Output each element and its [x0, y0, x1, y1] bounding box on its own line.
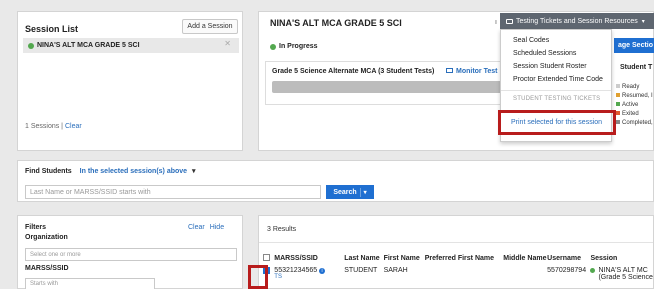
legend-ready: Ready	[616, 83, 653, 92]
legend-exited: Exited	[616, 110, 653, 119]
results-header-row: MARSS/SSID Last Name First Name Preferre…	[263, 252, 653, 265]
session-list-title: Session List	[25, 24, 79, 34]
menu-section-header: STUDENT TESTING TICKETS	[513, 96, 601, 102]
remove-session-icon[interactable]: ✕	[224, 39, 231, 48]
in-progress-status-icon	[28, 42, 34, 49]
row-marss-extra[interactable]: TS	[274, 274, 344, 280]
table-row[interactable]: ✓ 55321234565 i TS STUDENT SARAH 5570298…	[263, 265, 653, 287]
panel-dot: ı	[495, 19, 497, 26]
organization-select[interactable]: Select one or more	[25, 248, 237, 261]
results-count: 3 Results	[267, 226, 297, 233]
test-progress-bar	[272, 81, 528, 93]
results-panel: 3 Results MARSS/SSID Last Name First Nam…	[258, 215, 654, 289]
row-preferred-name	[425, 265, 504, 287]
session-status-label: In Progress	[279, 43, 318, 50]
row-username: 5570298794	[547, 267, 587, 274]
menu-item-scheduled-sessions[interactable]: Scheduled Sessions	[513, 50, 576, 57]
filters-panel: Filters Clear Hide Organization Select o…	[17, 215, 243, 289]
search-divider	[359, 187, 361, 197]
monitor-test-label: Monitor Test	[456, 68, 498, 75]
legend-resumed: Resumed, I	[616, 92, 653, 101]
status-dot-icon	[270, 43, 276, 50]
checkbox-highlight-box	[248, 265, 268, 289]
results-header-divider	[259, 242, 653, 243]
col-first-name[interactable]: First Name	[384, 252, 425, 265]
search-button-label: Search	[333, 188, 357, 196]
session-list-footer: 1 Sessions | Clear	[25, 123, 82, 130]
organization-label: Organization	[25, 234, 68, 241]
filters-actions: Clear Hide	[188, 224, 224, 231]
search-chevron-icon: ▾	[363, 189, 367, 196]
filters-title: Filters	[25, 224, 47, 231]
student-tests-label: Student T	[620, 64, 653, 71]
select-all-cell	[263, 252, 274, 265]
row-middle-name	[503, 265, 547, 287]
row-session-status-icon	[590, 268, 596, 273]
find-students-header: Find Students In the selected session(s)…	[25, 167, 196, 176]
filters-hide-link[interactable]: Hide	[210, 224, 224, 231]
add-session-button[interactable]: Add a Session	[182, 19, 238, 34]
find-students-panel: Find Students In the selected session(s)…	[17, 160, 654, 202]
search-button[interactable]: Search ▾	[326, 185, 374, 199]
row-session-sub: (Grade 5 Science	[598, 274, 653, 281]
menu-divider	[501, 90, 611, 91]
student-search-input[interactable]: Last Name or MARSS/SSID starts with	[25, 185, 321, 199]
legend-active: Active	[616, 101, 653, 110]
session-detail-title: NINA'S ALT MCA GRADE 5 SCI	[270, 18, 402, 28]
row-session-name: NINA'S ALT MC	[598, 267, 648, 274]
test-name: Grade 5 Science Alternate MCA (3 Student…	[272, 68, 435, 75]
col-session[interactable]: Session	[590, 252, 653, 265]
row-marss-value: 55321234565	[274, 267, 318, 274]
menu-item-proctor-extended-time[interactable]: Proctor Extended Time Code	[513, 76, 603, 83]
results-table: MARSS/SSID Last Name First Name Preferre…	[263, 252, 653, 287]
menu-item-student-roster[interactable]: Session Student Roster	[513, 63, 587, 70]
marss-filter-label: MARSS/SSID	[25, 265, 69, 272]
search-scope-dropdown[interactable]: In the selected session(s) above ▾	[80, 167, 196, 175]
testing-tickets-dropdown-toggle[interactable]: Testing Tickets and Session Resources ▾	[500, 13, 654, 29]
col-preferred-first-name[interactable]: Preferred First Name	[425, 252, 504, 265]
col-marss[interactable]: MARSS/SSID	[274, 252, 344, 265]
test-box: Grade 5 Science Alternate MCA (3 Student…	[265, 61, 533, 105]
session-list-item[interactable]: NINA'S ALT MCA GRADE 5 SCI ✕	[23, 38, 239, 53]
col-middle-name[interactable]: Middle Name	[503, 252, 547, 265]
session-list-panel: Session List Add a Session NINA'S ALT MC…	[17, 11, 243, 151]
monitor-test-link[interactable]: Monitor Test	[446, 68, 497, 75]
session-clear-link[interactable]: Clear	[65, 123, 82, 130]
session-list-item-label: NINA'S ALT MCA GRADE 5 SCI	[37, 42, 140, 49]
marss-filter-input[interactable]: Starts with	[25, 278, 155, 289]
session-status: In Progress	[270, 43, 318, 50]
search-scope-label: In the selected session(s) above	[79, 168, 188, 175]
filters-clear-link[interactable]: Clear	[188, 224, 205, 231]
status-legend: Ready Resumed, I Active Exited Completed…	[616, 83, 653, 128]
session-count: 1 Sessions |	[25, 123, 64, 130]
col-last-name[interactable]: Last Name	[344, 252, 383, 265]
col-username[interactable]: Username	[547, 252, 590, 265]
row-marss: 55321234565 i TS	[274, 265, 344, 287]
info-icon[interactable]: i	[319, 268, 326, 274]
manage-sections-label: age Sectio	[618, 42, 654, 49]
chevron-down-icon: ▾	[641, 18, 645, 25]
row-last-name: STUDENT	[344, 267, 378, 274]
legend-completed: Completed,	[616, 119, 653, 128]
select-all-checkbox[interactable]	[263, 254, 270, 261]
dropdown-toggle-label: Testing Tickets and Session Resources	[516, 17, 638, 25]
menu-item-print-selected[interactable]: Print selected for this session	[511, 119, 602, 126]
find-students-title: Find Students	[25, 167, 72, 175]
menu-item-seal-codes[interactable]: Seal Codes	[513, 37, 549, 44]
scope-chevron-icon: ▾	[192, 168, 196, 175]
row-first-name: SARAH	[383, 267, 408, 274]
manage-sections-button[interactable]: age Sectio	[614, 38, 654, 53]
row-session: NINA'S ALT MC (Grade 5 Science	[590, 265, 653, 287]
printer-icon	[506, 18, 513, 24]
monitor-icon	[446, 68, 453, 73]
